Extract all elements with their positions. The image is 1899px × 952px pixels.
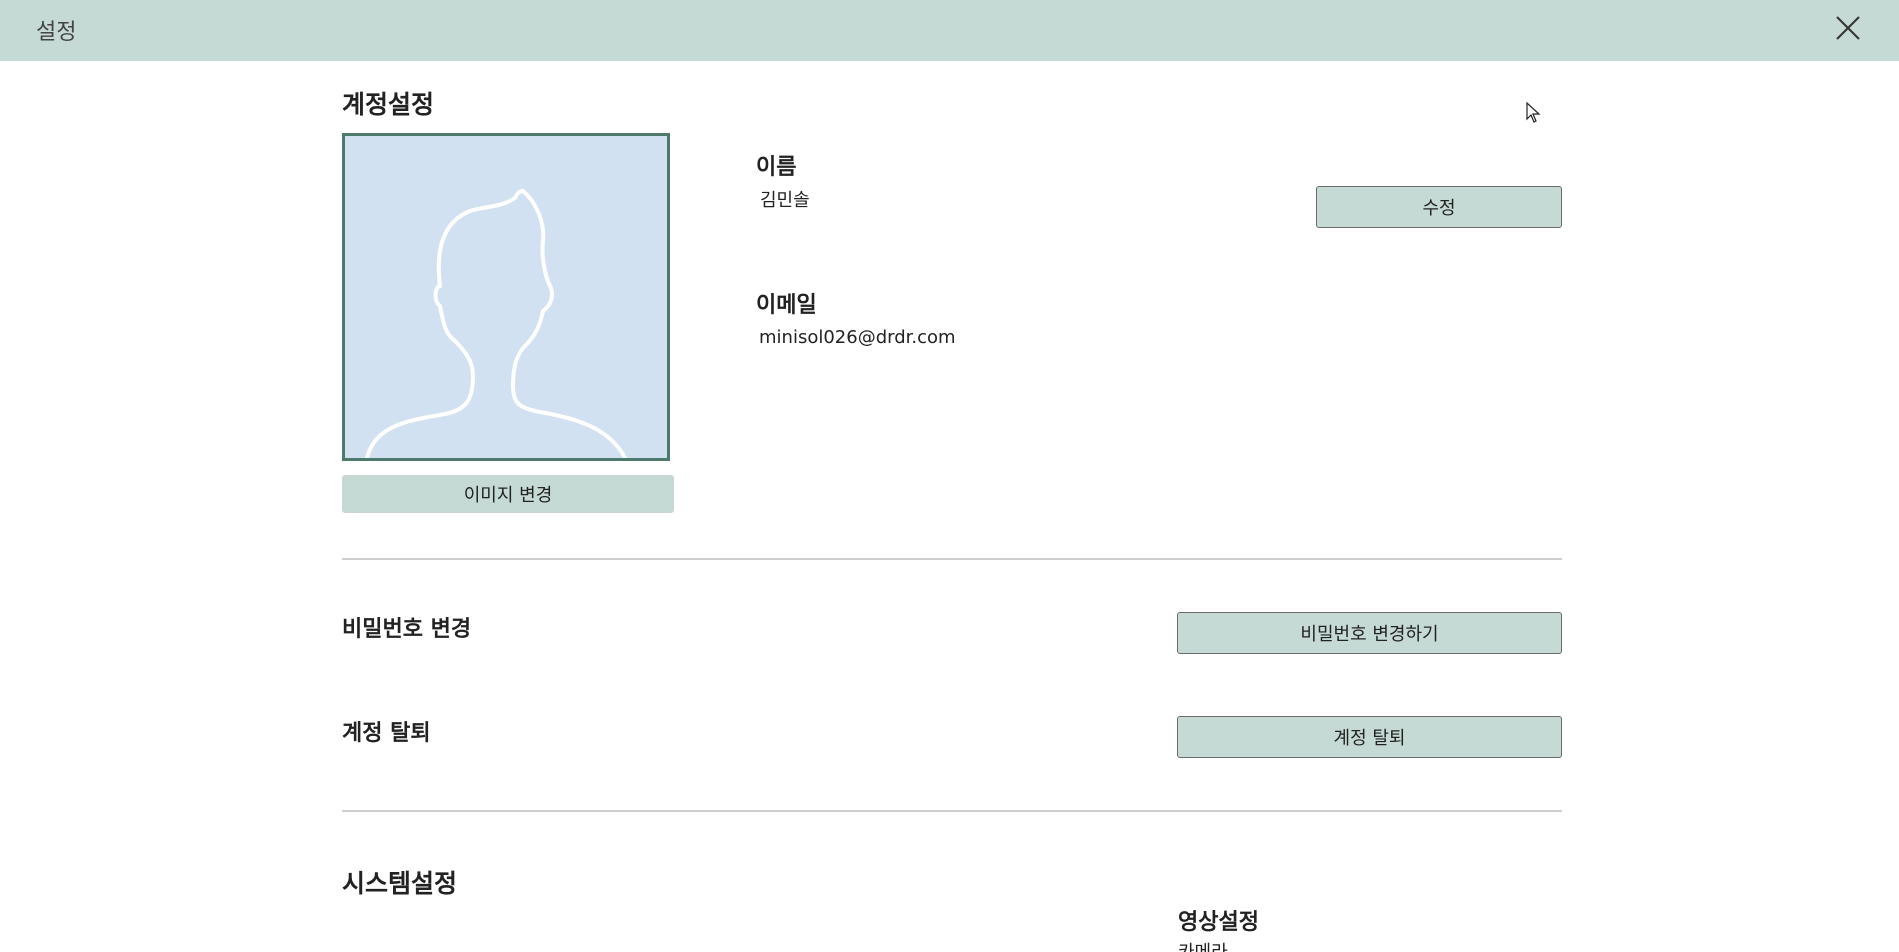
settings-content[interactable]: 계정설정 이미지 변경 이름 김민솔 수정 이메일 minisol026@drd…: [0, 61, 1899, 952]
change-image-button[interactable]: 이미지 변경: [342, 475, 674, 513]
person-silhouette-icon: [365, 189, 627, 458]
withdraw-label: 계정 탈퇴: [342, 721, 431, 746]
divider: [342, 810, 1562, 812]
name-value: 김민솔: [760, 190, 810, 211]
video-settings-label: 영상설정: [1178, 910, 1259, 935]
close-icon[interactable]: [1833, 13, 1863, 43]
email-label: 이메일: [756, 293, 817, 318]
camera-sub-label: 카메라: [1178, 942, 1228, 952]
system-settings-heading: 시스템설정: [342, 869, 458, 898]
profile-image: [342, 133, 670, 461]
email-value: minisol026@drdr.com: [759, 327, 956, 348]
divider: [342, 558, 1562, 560]
title-bar: 설정: [0, 0, 1899, 61]
name-label: 이름: [756, 155, 797, 180]
edit-name-button[interactable]: 수정: [1316, 186, 1562, 228]
account-settings-heading: 계정설정: [342, 90, 435, 119]
change-password-button[interactable]: 비밀번호 변경하기: [1177, 612, 1562, 654]
withdraw-button[interactable]: 계정 탈퇴: [1177, 716, 1562, 758]
window-title: 설정: [36, 20, 77, 45]
password-change-label: 비밀번호 변경: [342, 617, 472, 642]
mouse-cursor-icon: [1526, 101, 1542, 128]
